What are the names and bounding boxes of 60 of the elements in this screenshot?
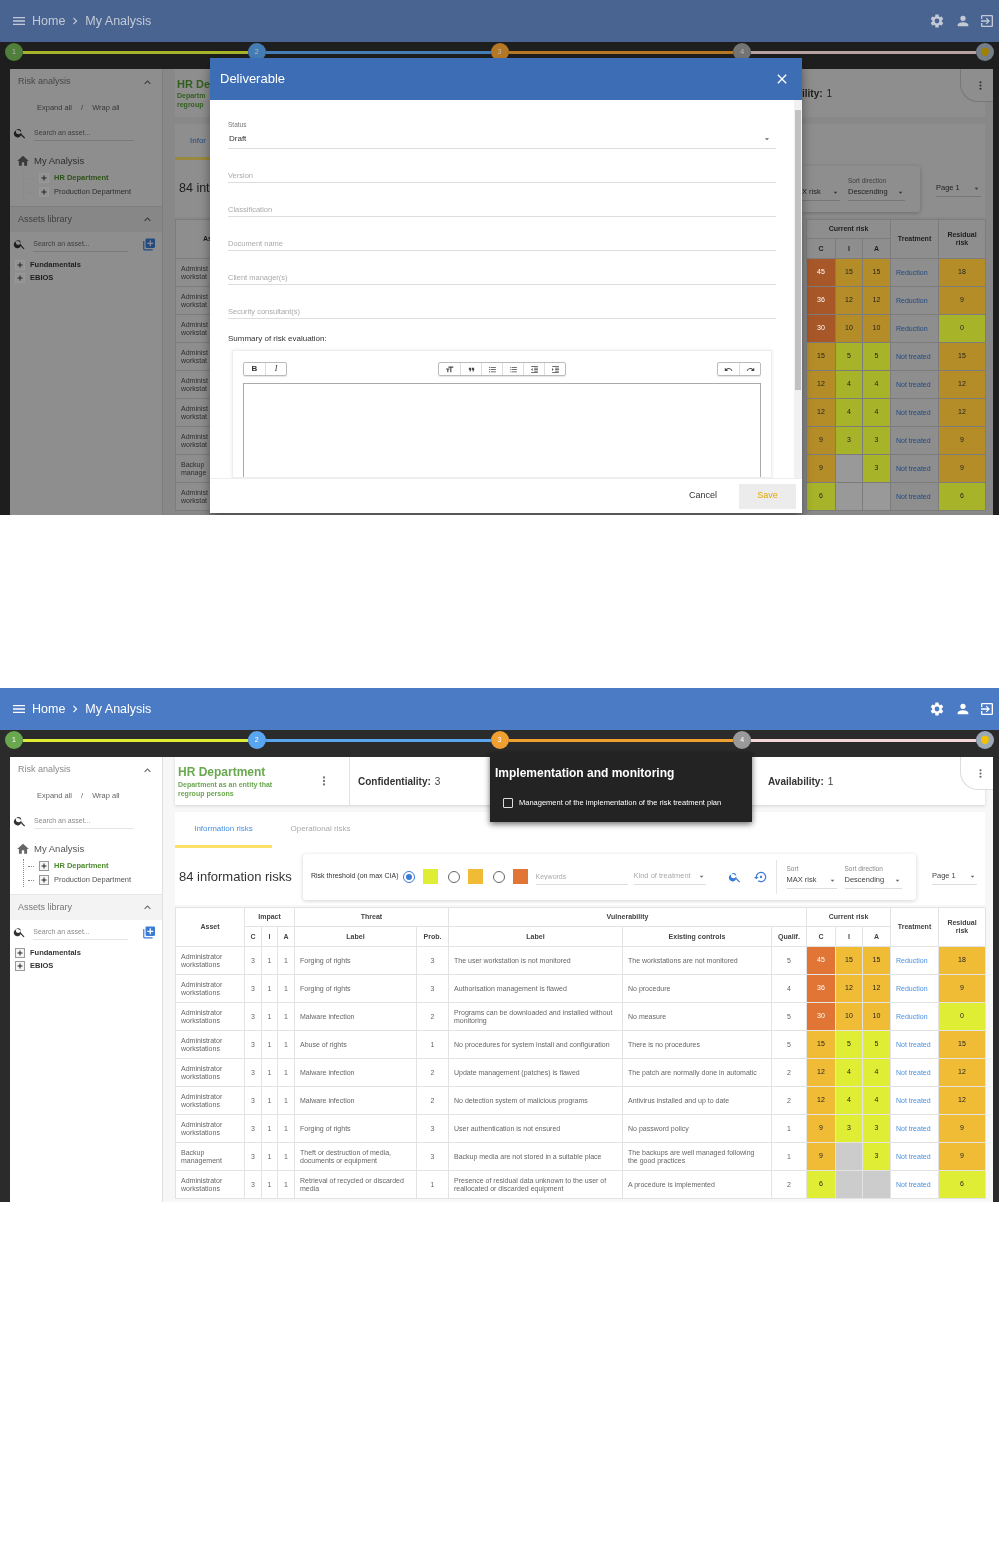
settings-icon[interactable]	[929, 13, 945, 29]
home-icon	[16, 842, 30, 856]
metric-value: 1	[827, 774, 834, 789]
metric-label: Availability:	[768, 774, 824, 789]
dialog-title: Deliverable	[220, 70, 286, 89]
section-title: Assets library	[18, 212, 72, 226]
editor-label: Summary of risk evaluation:	[228, 333, 328, 345]
metric-value: 1	[826, 86, 833, 101]
numbered-list-icon	[508, 364, 518, 374]
outdent-icon	[529, 364, 539, 374]
tab[interactable]: Operational risks	[272, 812, 369, 848]
logout-icon[interactable]	[979, 701, 995, 717]
section-title: Risk analysis	[18, 763, 71, 777]
search-icon[interactable]	[13, 126, 27, 140]
status-select[interactable]: Draft	[228, 129, 776, 149]
add-box-icon[interactable]	[141, 236, 156, 252]
person-icon[interactable]	[955, 13, 971, 29]
plus-box-icon[interactable]	[39, 173, 49, 183]
scrollbar[interactable]	[794, 100, 802, 478]
search-icon[interactable]	[13, 237, 27, 251]
shield-icon	[980, 47, 990, 57]
tooltip-title: Implementation and monitoring	[495, 766, 676, 780]
risk-count: 84 information risks	[178, 867, 293, 886]
person-icon[interactable]	[955, 701, 971, 717]
plus-box-icon[interactable]	[39, 861, 49, 871]
metric-value: 3	[434, 774, 441, 789]
breadcrumb-link[interactable]: Home	[32, 11, 66, 31]
plus-box-icon[interactable]	[15, 272, 25, 283]
logout-icon[interactable]	[979, 13, 995, 29]
bullet-list-icon	[487, 364, 497, 374]
indent-icon	[550, 364, 560, 374]
heading-icon	[445, 364, 454, 374]
settings-icon[interactable]	[929, 701, 945, 717]
asset-title: HR Department	[178, 764, 267, 779]
section-title: Risk analysis	[18, 75, 71, 89]
home-icon	[16, 154, 30, 168]
metric-label: Confidentiality:	[358, 774, 431, 789]
plus-box-icon[interactable]	[15, 960, 25, 971]
breadcrumb-link[interactable]: My Analysis	[85, 699, 152, 719]
asset-title: HR De	[177, 77, 211, 91]
plus-box-icon[interactable]	[39, 875, 49, 885]
add-box-icon[interactable]	[141, 924, 156, 940]
shield-icon	[980, 735, 990, 745]
plus-box-icon[interactable]	[39, 187, 49, 197]
tree-item[interactable]: My Analysis	[34, 841, 85, 857]
plus-box-icon[interactable]	[15, 259, 25, 270]
italic-button[interactable]: I	[265, 363, 286, 375]
cancel-button[interactable]: Cancel	[675, 483, 731, 509]
risk-count: 84 int	[179, 180, 210, 198]
breadcrumb-link[interactable]: Home	[32, 699, 66, 719]
search-icon[interactable]	[13, 814, 27, 828]
section-title: Assets library	[18, 900, 72, 914]
bold-button[interactable]: B	[244, 363, 265, 375]
tree-item[interactable]: My Analysis	[34, 153, 85, 169]
checkbox[interactable]	[503, 797, 513, 808]
search-icon[interactable]	[13, 925, 27, 939]
plus-box-icon[interactable]	[15, 947, 25, 958]
breadcrumb-link[interactable]: My Analysis	[85, 11, 152, 31]
reset-icon[interactable]	[753, 869, 768, 884]
metric-label: ility:	[802, 86, 823, 101]
